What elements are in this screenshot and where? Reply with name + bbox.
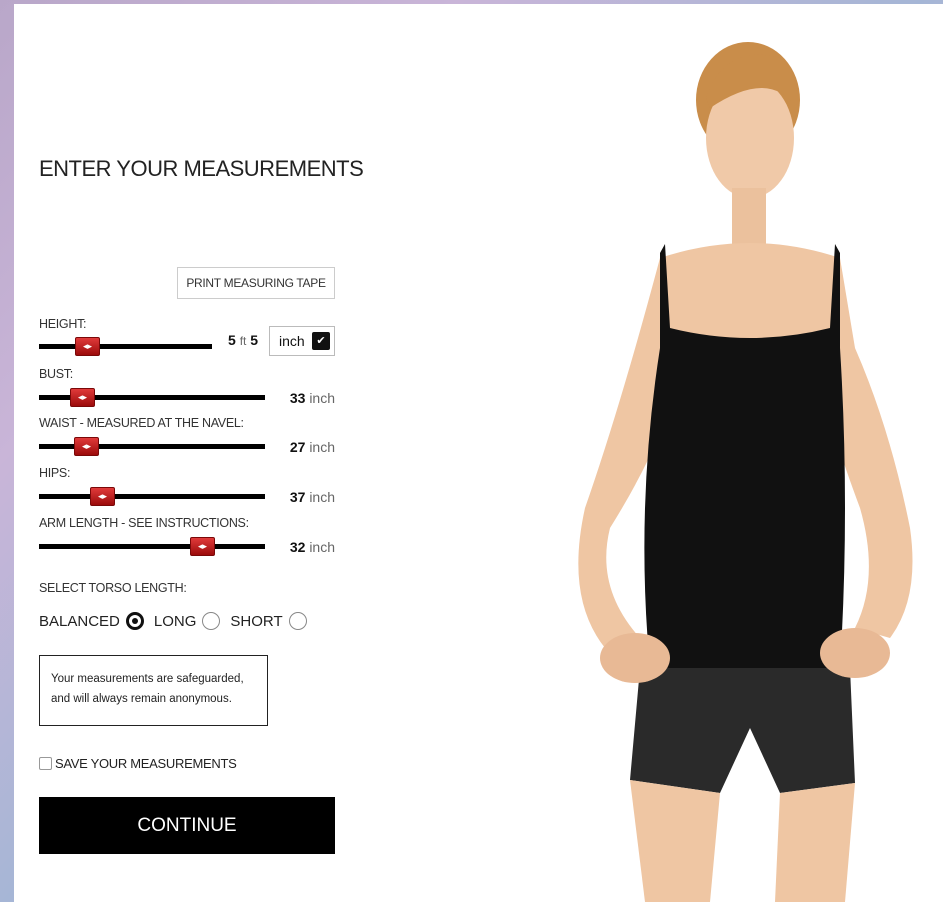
continue-button[interactable]: CONTINUE — [39, 797, 335, 854]
height-unit-select[interactable]: inch ✔ — [269, 326, 335, 356]
waist-number: 27 — [289, 439, 306, 455]
hips-unit: inch — [309, 489, 335, 505]
waist-slider-thumb[interactable]: ◂▸ — [74, 437, 99, 456]
bust-slider-track[interactable]: ◂▸ — [39, 388, 265, 407]
arm-length-value: 32 inch — [270, 539, 335, 555]
page-title: ENTER YOUR MEASUREMENTS — [39, 156, 364, 181]
model-right-hand — [820, 628, 890, 678]
arm-length-slider-track[interactable]: ◂▸ — [39, 537, 265, 556]
print-measuring-tape-button[interactable]: PRINT MEASURING TAPE — [177, 267, 335, 299]
torso-length-options: BALANCED LONG SHORT — [39, 612, 307, 630]
height-label: HEIGHT: — [39, 317, 87, 331]
privacy-notice: Your measurements are safeguarded, and w… — [39, 655, 268, 726]
save-measurements-row: SAVE YOUR MEASUREMENTS — [39, 756, 237, 771]
waist-value: 27 inch — [270, 439, 335, 455]
height-slider-thumb[interactable]: ◂▸ — [75, 337, 100, 356]
arm-length-unit: inch — [309, 539, 335, 555]
height-inches: 5 — [250, 332, 259, 348]
bust-label: BUST: — [39, 367, 73, 381]
torso-option-short-label: SHORT — [230, 612, 283, 630]
torso-length-label: SELECT TORSO LENGTH: — [39, 581, 187, 595]
torso-option-balanced-label: BALANCED — [39, 612, 120, 630]
height-slider-track[interactable]: ◂▸ — [39, 337, 212, 356]
arm-length-number: 32 — [289, 539, 306, 555]
hips-value: 37 inch — [270, 489, 335, 505]
model-shorts — [630, 668, 855, 793]
height-feet-unit: ft — [239, 334, 247, 348]
bust-value: 33 inch — [270, 390, 335, 406]
chevron-down-icon: ✔ — [312, 332, 330, 350]
height-feet: 5 — [228, 332, 236, 348]
torso-option-short-radio[interactable] — [288, 612, 307, 630]
waist-label: WAIST - MEASURED AT THE NAVEL: — [39, 416, 244, 430]
bust-number: 33 — [289, 390, 306, 406]
model-neck — [732, 188, 766, 248]
arm-length-slider-thumb[interactable]: ◂▸ — [190, 537, 215, 556]
bust-slider-thumb[interactable]: ◂▸ — [70, 388, 95, 407]
torso-option-balanced-radio[interactable] — [125, 612, 144, 630]
arm-length-label: ARM LENGTH - SEE INSTRUCTIONS: — [39, 516, 249, 530]
save-measurements-checkbox[interactable] — [39, 757, 52, 770]
torso-option-long-radio[interactable] — [202, 612, 221, 630]
hips-slider-thumb[interactable]: ◂▸ — [90, 487, 115, 506]
bust-unit: inch — [309, 390, 335, 406]
save-measurements-label[interactable]: SAVE YOUR MEASUREMENTS — [55, 756, 237, 771]
model-right-leg — [775, 783, 855, 902]
waist-unit: inch — [309, 439, 335, 455]
model-photo — [578, 42, 913, 902]
hips-number: 37 — [289, 489, 306, 505]
model-left-leg — [630, 780, 720, 902]
height-value: 5 ft 5 — [228, 332, 258, 348]
model-left-hand — [600, 633, 670, 683]
hips-slider-track[interactable]: ◂▸ — [39, 487, 265, 506]
torso-option-long-label: LONG — [153, 612, 197, 630]
hips-label: HIPS: — [39, 466, 71, 480]
height-unit-value: inch — [279, 333, 305, 349]
waist-slider-track[interactable]: ◂▸ — [39, 437, 265, 456]
